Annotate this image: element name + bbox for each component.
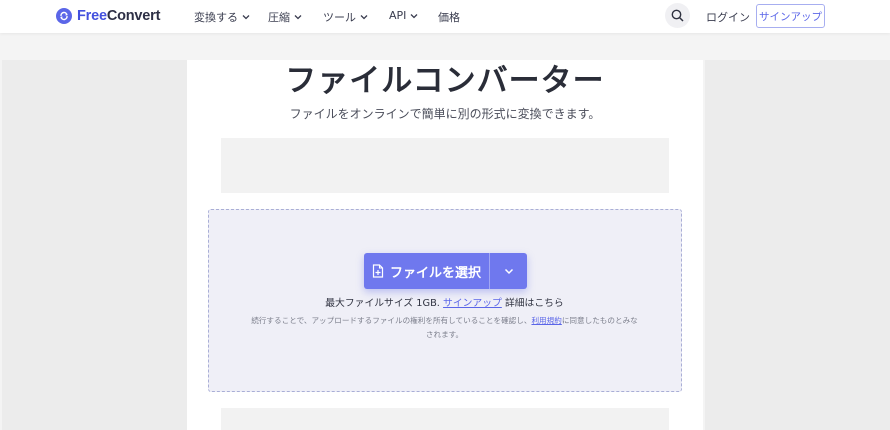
nav-tools-label: ツール	[323, 11, 356, 24]
left-ad-area	[2, 60, 187, 430]
right-ad-area	[705, 60, 890, 430]
signup-button[interactable]: サインアップ	[756, 4, 825, 28]
signup-link[interactable]: サインアップ	[443, 298, 502, 309]
choose-source-dropdown[interactable]	[490, 253, 527, 289]
choose-file-button-group: ファイルを選択	[364, 253, 527, 289]
chevron-down-icon	[504, 268, 513, 274]
page-subtitle: ファイルをオンラインで簡単に別の形式に変換できます。	[289, 107, 601, 121]
nav-pricing-label: 価格	[438, 11, 460, 24]
terms-link[interactable]: 利用規約	[531, 316, 561, 325]
terms-notice: 続行することで、アップロードするファイルの権利を所有していることを確認し、利用規…	[249, 314, 640, 342]
top-header: FreeConvert 変換する 圧縮 ツール API 価格 ログイン サインア…	[0, 0, 890, 33]
nav-tools[interactable]: ツール	[323, 9, 368, 25]
details-text: 詳細はこちら	[501, 298, 564, 309]
max-size-label: 最大ファイルサイズ 1GB.	[325, 298, 440, 309]
choose-file-button[interactable]: ファイルを選択	[364, 253, 490, 289]
search-icon	[671, 9, 684, 22]
nav-compress[interactable]: 圧縮	[268, 9, 302, 25]
file-add-icon	[372, 264, 384, 278]
bottom-ad-banner	[221, 408, 669, 430]
nav-pricing[interactable]: 価格	[438, 9, 460, 25]
nav-compress-label: 圧縮	[268, 11, 290, 24]
chevron-down-icon	[410, 13, 418, 18]
max-file-size-text: 最大ファイルサイズ 1GB. サインアップ 詳細はこちら	[209, 295, 680, 309]
search-button[interactable]	[665, 3, 690, 28]
terms-prefix: 続行することで、アップロードするファイルの権利を所有していることを確認し、	[251, 316, 532, 325]
chevron-down-icon	[360, 15, 368, 20]
nav-api-label: API	[389, 9, 407, 22]
nav-api[interactable]: API	[389, 9, 418, 22]
login-link[interactable]: ログイン	[706, 9, 750, 25]
nav-convert-label: 変換する	[194, 11, 238, 24]
freeconvert-logo[interactable]: FreeConvert	[56, 6, 160, 26]
file-drop-zone[interactable]: ファイルを選択 最大ファイルサイズ 1GB. サインアップ 詳細はこちら 続行す…	[208, 209, 682, 392]
nav-convert[interactable]: 変換する	[194, 9, 250, 25]
top-ad-banner	[221, 138, 669, 193]
logo-icon	[56, 8, 72, 24]
chevron-down-icon	[242, 15, 250, 20]
main-content: ファイルコンバーター ファイルをオンラインで簡単に別の形式に変換できます。 ファ…	[187, 60, 703, 430]
chevron-down-icon	[294, 15, 302, 20]
choose-file-label: ファイルを選択	[390, 265, 482, 281]
page-title: ファイルコンバーター	[285, 63, 605, 99]
logo-text: FreeConvert	[77, 8, 161, 24]
